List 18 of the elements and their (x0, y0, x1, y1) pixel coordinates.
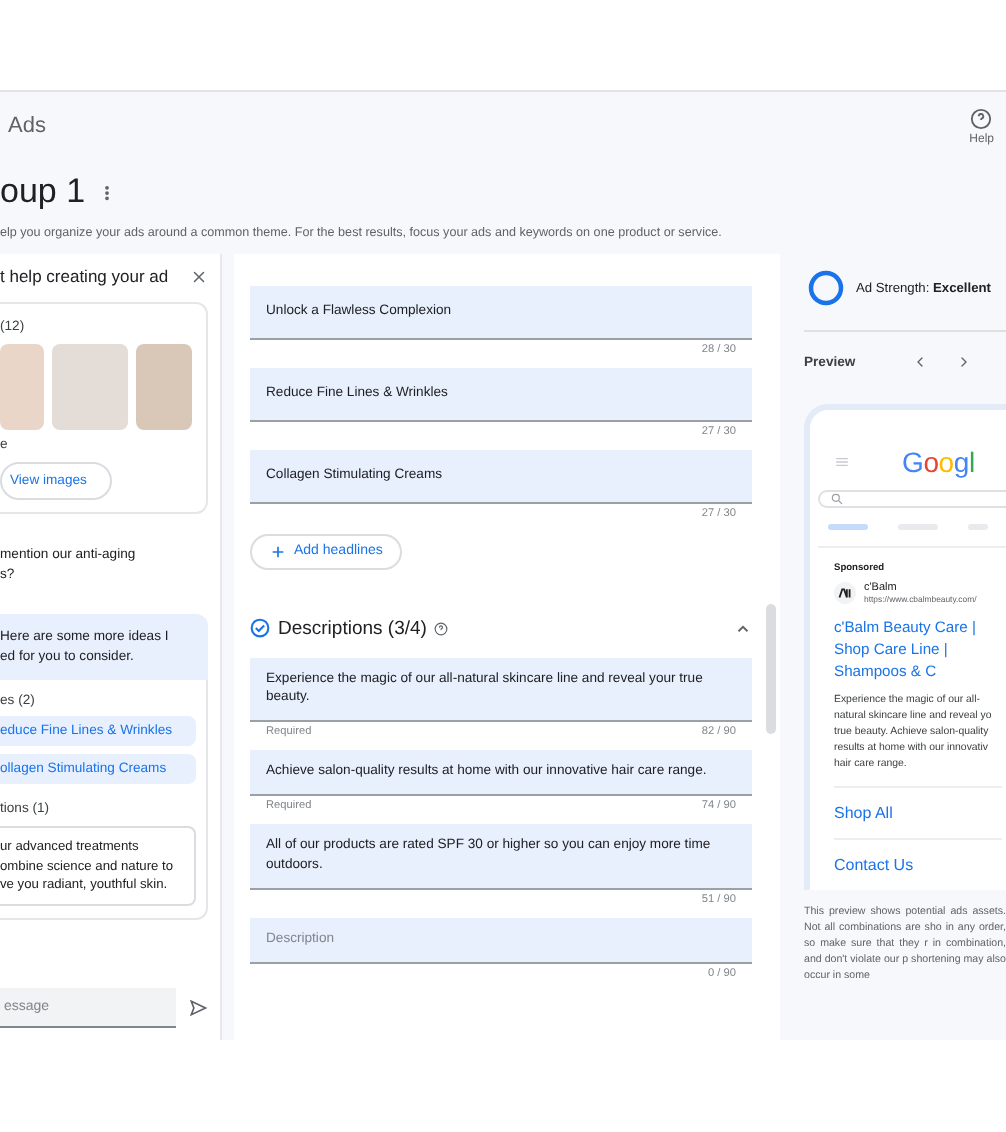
ad-group-title: oup 1 (0, 172, 86, 212)
ad-strength-ring-icon (808, 270, 844, 306)
product-name: Ads (8, 114, 46, 138)
plus-icon (270, 543, 286, 560)
scrollbar[interactable] (766, 604, 776, 734)
advertiser-logo-icon (834, 582, 856, 604)
descriptions-title: Descriptions (3/4) (278, 617, 427, 640)
check-circle-icon (250, 618, 270, 639)
tab-placeholder (828, 524, 868, 530)
sitelink[interactable]: Contact Us (834, 838, 1002, 891)
assistant-title: t help creating your ad (0, 266, 169, 286)
sitelink[interactable]: Shop All (834, 786, 1002, 839)
menu-icon (834, 454, 850, 470)
help-icon[interactable] (434, 621, 449, 636)
send-icon[interactable] (188, 998, 208, 1018)
search-icon (830, 492, 844, 506)
close-icon[interactable] (190, 267, 208, 285)
google-logo: Googl (902, 446, 975, 478)
